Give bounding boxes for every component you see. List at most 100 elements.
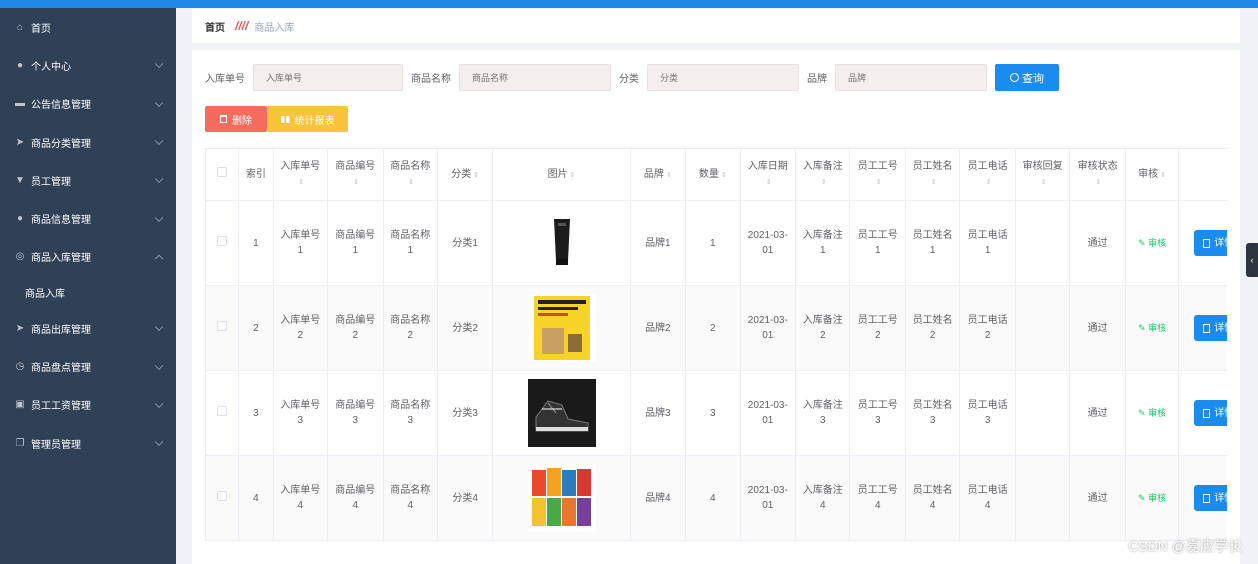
sidebar-subitem[interactable]: 商品入库 — [0, 276, 176, 309]
column-header[interactable]: 索引 — [238, 148, 274, 201]
column-header[interactable]: 图片 ⇕ — [492, 148, 631, 201]
audit-link[interactable]: ✎ 审核 — [1138, 323, 1166, 333]
sort-icon[interactable]: ⇕ — [1160, 168, 1166, 183]
stats-report-label: 统计报表 — [294, 115, 335, 127]
detail-button[interactable]: 详情 — [1194, 400, 1227, 426]
sort-icon[interactable]: ⇕ — [821, 175, 827, 190]
sidebar-item[interactable]: ⌂ 首页 — [0, 8, 176, 46]
detail-button[interactable]: 详情 — [1194, 485, 1227, 511]
detail-button-label: 详情 — [1214, 237, 1227, 249]
in-no-input[interactable] — [253, 64, 403, 91]
select-all-checkbox[interactable] — [217, 167, 228, 177]
column-header[interactable]: 入库备注 ⇕ — [795, 148, 851, 201]
sort-icon[interactable]: ⇕ — [721, 168, 727, 183]
sidebar-item-label: 管理员管理 — [31, 439, 81, 451]
audit-link[interactable]: ✎ 审核 — [1138, 408, 1166, 418]
sidebar-item[interactable]: ➤ 商品出库管理 — [0, 309, 176, 347]
chevron-down-icon — [154, 174, 164, 184]
column-header-label: 图片 — [547, 168, 568, 180]
column-header[interactable]: 员工姓名 ⇕ — [904, 148, 961, 201]
search-form: 入库单号 商品名称 分类 品牌 查询 — [205, 64, 1059, 91]
brand-input[interactable] — [835, 64, 987, 91]
row-checkbox[interactable] — [217, 235, 228, 246]
sort-icon[interactable]: ⇕ — [986, 175, 992, 190]
sidebar-item[interactable]: ◎ 商品入库管理 — [0, 238, 176, 276]
column-header-label: 审核状态 — [1077, 161, 1118, 172]
sidebar-item[interactable]: ● 商品信息管理 — [0, 199, 176, 237]
column-header[interactable]: 员工电话 ⇕ — [959, 148, 1016, 201]
category-input[interactable] — [647, 64, 799, 91]
sort-icon[interactable]: ⇕ — [353, 175, 359, 190]
sort-icon[interactable]: ⇕ — [1041, 175, 1047, 190]
sidebar-item[interactable]: ▼ 员工管理 — [0, 161, 176, 199]
column-header[interactable]: 审核回复 ⇕ — [1014, 148, 1071, 201]
copy-icon: ❐ — [15, 437, 25, 449]
column-header[interactable]: 数量 ⇕ — [685, 148, 741, 201]
cell-in-no: 入库单号3 — [272, 370, 329, 456]
cell-reply — [1014, 200, 1071, 286]
sort-icon[interactable]: ⇕ — [766, 175, 772, 190]
column-header-label: 员工工号 — [857, 161, 898, 172]
column-header[interactable]: 审核状态 ⇕ — [1069, 148, 1126, 201]
sidebar-item[interactable]: ◷ 商品盘点管理 — [0, 347, 176, 385]
column-header[interactable]: 商品名称 ⇕ — [382, 148, 438, 201]
column-header-label: 入库日期 — [747, 161, 788, 172]
sign-icon: ▼ — [15, 174, 25, 186]
column-header-label: 入库单号 — [280, 161, 321, 172]
cell-in-no: 入库单号1 — [272, 200, 329, 286]
row-checkbox[interactable] — [217, 405, 228, 416]
column-header[interactable]: 审核 ⇕ — [1124, 148, 1180, 201]
detail-button[interactable]: 详情 — [1194, 315, 1227, 341]
column-header-label: 员工电话 — [967, 161, 1008, 172]
cell-prod-no: 商品编号2 — [327, 285, 384, 371]
column-header[interactable]: 入库单号 ⇕ — [272, 148, 329, 201]
sort-icon[interactable]: ⇕ — [298, 175, 304, 190]
cell-status: 通过 — [1069, 285, 1126, 371]
audit-link-label: 审核 — [1148, 492, 1167, 503]
sort-icon[interactable]: ⇕ — [1096, 175, 1102, 190]
cell-reply — [1014, 285, 1071, 371]
delete-button[interactable]: 删除 — [205, 106, 267, 132]
table-row: 4 入库单号4 商品编号4 商品名称4 分类4 品牌4 4 2021-03-01 入库备注4 员工… — [205, 455, 1227, 541]
chevron-down-icon — [154, 136, 164, 146]
audit-link[interactable]: ✎ 审核 — [1138, 238, 1166, 248]
detail-button[interactable]: 详情 — [1194, 230, 1227, 256]
column-header[interactable]: 品牌 ⇕ — [629, 148, 687, 201]
sort-icon[interactable]: ⇕ — [876, 175, 882, 190]
sidebar-item[interactable]: ▬ 公告信息管理 — [0, 85, 176, 123]
collapse-tab[interactable]: ‹ — [1246, 243, 1258, 277]
audit-link[interactable]: ✎ 审核 — [1138, 493, 1166, 503]
sort-icon[interactable]: ⇕ — [570, 168, 576, 183]
product-image — [527, 464, 596, 532]
cell-emp-name: 员工姓名4 — [904, 455, 961, 541]
query-button[interactable]: 查询 — [995, 64, 1059, 91]
sidebar-item[interactable]: ▣ 员工工资管理 — [0, 386, 176, 424]
cell-brand: 品牌4 — [629, 455, 687, 541]
product-name-input[interactable] — [459, 64, 611, 91]
cell-date: 2021-03-01 — [739, 370, 797, 456]
column-header[interactable]: 分类 ⇕ — [436, 148, 494, 201]
stats-report-button[interactable]: ▮▮ 统计报表 — [267, 106, 348, 132]
cell-remark: 入库备注4 — [795, 455, 851, 541]
column-header[interactable]: 员工工号 ⇕ — [849, 148, 906, 201]
sidebar-item[interactable]: ➤ 商品分类管理 — [0, 123, 176, 161]
column-header[interactable]: 入库日期 ⇕ — [739, 148, 797, 201]
breadcrumb-home[interactable]: 首页 — [205, 19, 225, 34]
data-table: 索引 入库单号⇕ 商品编号⇕ 商品名称⇕ 分类 ⇕ 图片 ⇕ 品牌 ⇕ 数量 ⇕ 入库日期⇕ 入库备注⇕ 员… — [205, 148, 1227, 564]
sidebar-item[interactable]: ● 个人中心 — [0, 46, 176, 84]
sidebar-item[interactable]: ❐ 管理员管理 — [0, 424, 176, 462]
sort-icon[interactable]: ⇕ — [473, 168, 479, 183]
breadcrumb: 首页 //// 商品入库 — [192, 9, 1240, 43]
cell-in-no: 入库单号2 — [272, 285, 329, 371]
sidebar-item-label: 商品分类管理 — [31, 138, 91, 150]
row-checkbox[interactable] — [217, 490, 228, 501]
sort-icon[interactable]: ⇕ — [666, 168, 672, 183]
sidebar-item-label: 员工工资管理 — [31, 401, 91, 413]
sort-icon[interactable]: ⇕ — [408, 175, 414, 190]
chevron-down-icon — [154, 98, 164, 107]
sort-icon[interactable]: ⇕ — [931, 175, 937, 190]
column-header[interactable]: 商品编号 ⇕ — [327, 148, 384, 201]
user-icon: ● — [16, 213, 24, 225]
row-checkbox[interactable] — [217, 320, 228, 331]
cell-index: 1 — [238, 200, 274, 286]
